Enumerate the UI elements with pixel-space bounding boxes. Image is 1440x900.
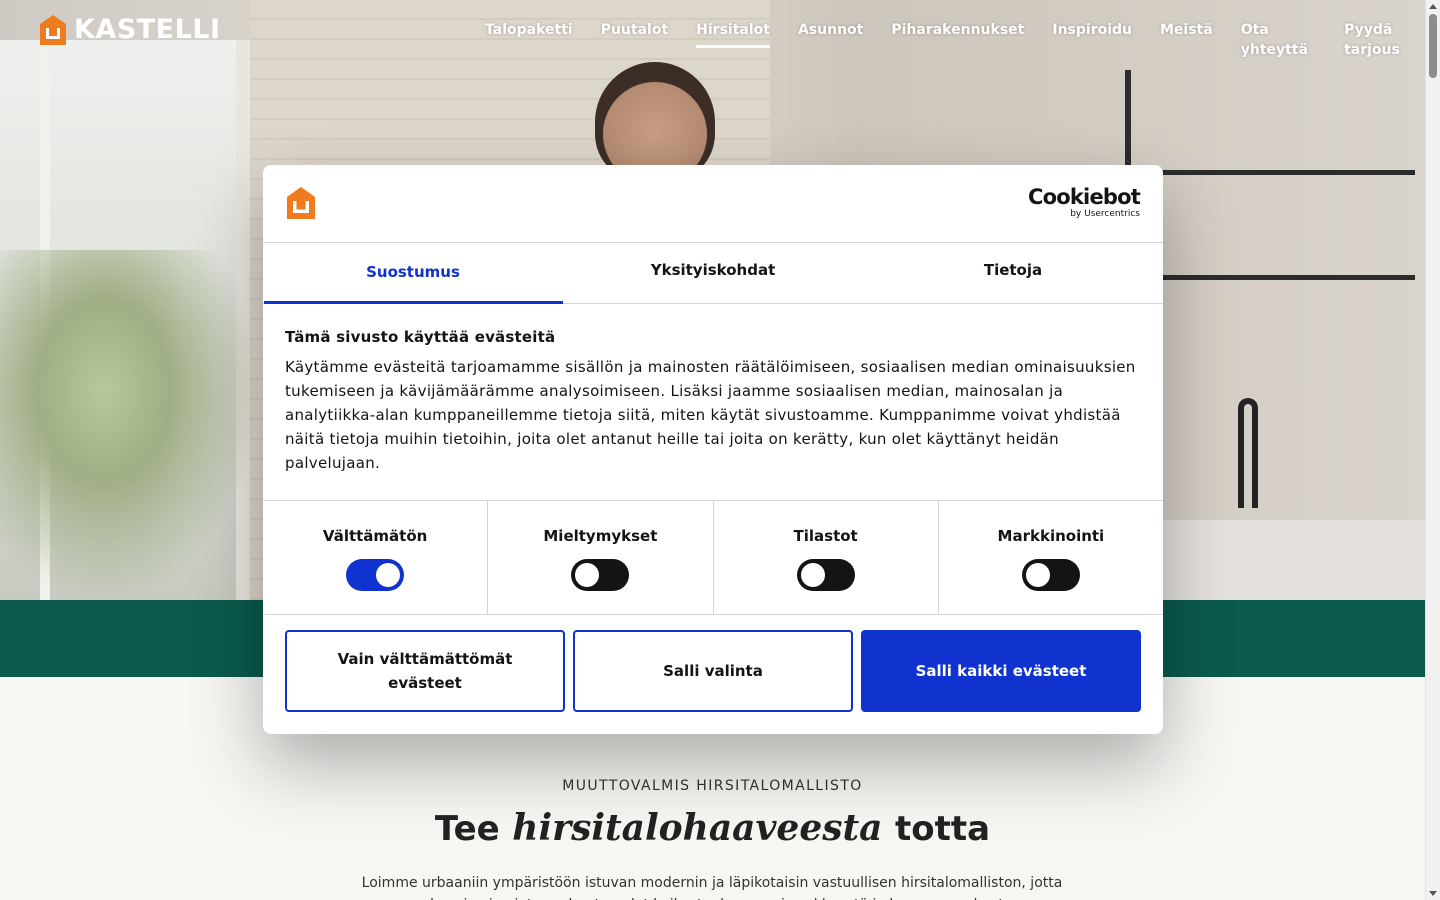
site-logo[interactable]: KASTELLI	[40, 14, 221, 45]
dialog-description: Käytämme evästeitä tarjoamamme sisällön …	[285, 358, 1136, 472]
nav-item-hirsitalot[interactable]: Hirsitalot	[682, 20, 784, 48]
dialog-actions: Vain välttämättömät evästeet Salli valin…	[285, 630, 1141, 712]
section-headline: Tee hirsitalohaaveesta totta	[0, 807, 1425, 849]
headline-post: totta	[895, 809, 991, 849]
scroll-down-arrow-icon[interactable]	[1429, 891, 1437, 896]
logo-text: KASTELLI	[74, 14, 221, 45]
cookiebot-byline: by Usercentrics	[1070, 209, 1140, 219]
category-label: Tilastot	[793, 527, 858, 545]
headline-emphasis: hirsitalohaaveesta	[512, 807, 883, 849]
page-scrollbar[interactable]	[1425, 0, 1440, 900]
cookie-categories: Välttämätön Mieltymykset Tilastot Markki…	[263, 500, 1163, 615]
toggle-knob	[1025, 563, 1050, 587]
dialog-title: Tämä sivusto käyttää evästeitä	[285, 328, 556, 346]
house-logo-icon	[287, 187, 315, 219]
house-logo-icon	[40, 14, 66, 45]
scroll-up-arrow-icon[interactable]	[1429, 4, 1437, 9]
nav-item-talopaketti[interactable]: Talopaketti	[471, 20, 587, 48]
nav-item-inspiroidu[interactable]: Inspiroidu	[1038, 20, 1146, 48]
toggle-knob	[575, 563, 600, 587]
hero-person	[595, 62, 715, 182]
category-mieltymykset: Mieltymykset	[488, 501, 714, 614]
scroll-thumb[interactable]	[1429, 14, 1437, 78]
tab-tietoja[interactable]: Tietoja	[863, 243, 1163, 303]
category-label: Mieltymykset	[543, 527, 658, 545]
nav-item-asunnot[interactable]: Asunnot	[784, 20, 877, 48]
allow-all-button[interactable]: Salli kaikki evästeet	[861, 630, 1141, 712]
allow-selection-button[interactable]: Salli valinta	[573, 630, 853, 712]
toggle-tilastot[interactable]	[796, 559, 855, 591]
dialog-body: Tämä sivusto käyttää evästeitä Käytämme …	[285, 304, 1145, 475]
cookiebot-logo[interactable]: Cookiebot by Usercentrics	[1028, 185, 1141, 220]
hero-counter	[1140, 520, 1425, 600]
dialog-header: Cookiebot by Usercentrics	[263, 165, 1163, 243]
category-markkinointi: Markkinointi	[939, 501, 1163, 614]
category-valttamaton: Välttämätön	[263, 501, 489, 614]
nav-item-meista[interactable]: Meistä	[1146, 20, 1227, 48]
category-tilastot: Tilastot	[714, 501, 939, 614]
toggle-mieltymykset[interactable]	[571, 559, 630, 591]
nav-item-piharakennukset[interactable]: Piharakennukset	[877, 20, 1038, 48]
tab-suostumus[interactable]: Suostumus	[263, 243, 563, 304]
tab-yksityiskohdat[interactable]: Yksityiskohdat	[563, 243, 863, 303]
toggle-markkinointi[interactable]	[1021, 559, 1080, 591]
nav-item-ota-yhteytta[interactable]: Ota yhteyttä	[1227, 20, 1330, 58]
category-label: Markkinointi	[997, 527, 1105, 545]
toggle-valttamaton[interactable]	[346, 559, 405, 591]
cookie-consent-dialog: Cookiebot by Usercentrics Suostumus Yksi…	[263, 165, 1163, 734]
hero-shelf	[1125, 70, 1415, 330]
section-intro: Loimme urbaaniin ympäristöön istuvan mod…	[361, 875, 1063, 900]
dialog-tabs: Suostumus Yksityiskohdat Tietoja	[263, 243, 1163, 304]
section-eyebrow: MUUTTOVALMIS HIRSITALOMALLISTO	[562, 778, 863, 794]
cookiebot-wordmark: Cookiebot	[1028, 185, 1141, 209]
necessary-only-button[interactable]: Vain välttämättömät evästeet	[285, 630, 565, 712]
hero-faucet	[1238, 398, 1258, 508]
main-nav: Talopaketti Puutalot Hirsitalot Asunnot …	[471, 20, 1440, 58]
category-label: Välttämätön	[322, 527, 428, 545]
nav-item-pyyda-tarjous[interactable]: Pyydä tarjous	[1330, 20, 1440, 58]
toggle-knob	[376, 563, 401, 587]
toggle-knob	[800, 563, 825, 587]
hero-plants	[0, 250, 260, 600]
headline-pre: Tee	[434, 809, 500, 849]
nav-item-puutalot[interactable]: Puutalot	[587, 20, 682, 48]
